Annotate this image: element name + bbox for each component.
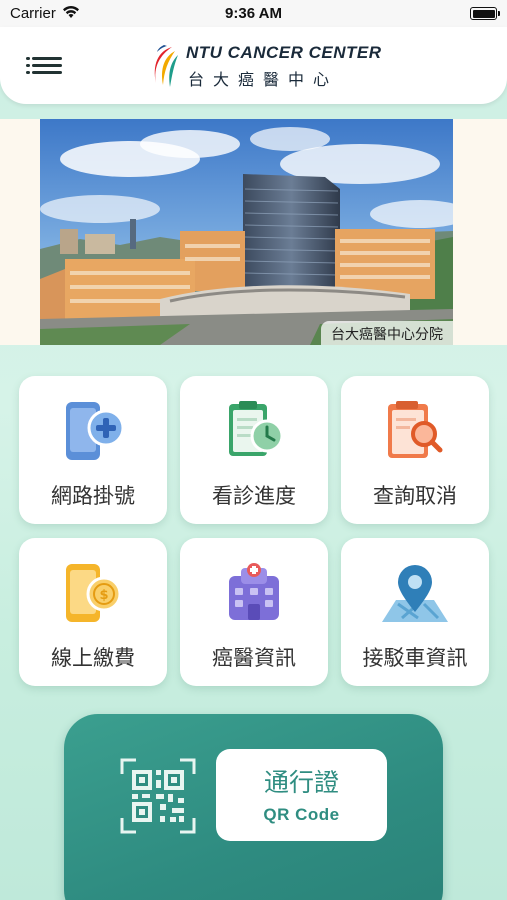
menu-item-hospital-info[interactable]: 癌醫資訊 — [180, 538, 328, 686]
document-search-icon — [388, 401, 443, 458]
menu-item-label: 查詢取消 — [373, 484, 457, 508]
menu-item-consultation-progress[interactable]: 看診進度 — [180, 376, 328, 524]
logo-english-text: NTU CANCER CENTER — [186, 43, 382, 62]
hospital-building-image — [40, 119, 453, 345]
menu-item-label: 接駁車資訊 — [362, 646, 468, 670]
phone-plus-icon — [66, 402, 125, 460]
qr-code-icon — [120, 758, 196, 834]
banner: 台大癌醫中心分院 — [0, 119, 507, 345]
phone-payment-icon: $ — [66, 564, 122, 622]
menu-item-online-registration[interactable]: 網路掛號 — [19, 376, 167, 524]
ntu-cancer-center-logo: NTU CANCER CENTER 台大癌醫中心 — [150, 41, 381, 91]
logo-mark-icon — [154, 45, 178, 87]
svg-text:$: $ — [99, 588, 108, 603]
logo-chinese-text: 台大癌醫中心 — [188, 70, 339, 89]
qr-pass-button[interactable]: 通行證 QR Code — [216, 749, 387, 841]
battery-icon — [470, 7, 500, 20]
banner-caption: 台大癌醫中心分院 — [321, 321, 453, 345]
menu-item-label: 網路掛號 — [51, 484, 135, 508]
menu-item-label: 線上繳費 — [51, 646, 135, 670]
map-pin-icon — [382, 565, 448, 622]
hospital-building-icon — [229, 563, 279, 620]
qr-pass-title: 通行證 — [263, 768, 339, 797]
menu-item-online-payment[interactable]: $ 線上繳費 — [19, 538, 167, 686]
hospital-photo: 台大癌醫中心分院 — [40, 119, 453, 345]
menu-item-label: 癌醫資訊 — [212, 646, 296, 670]
app-header: NTU CANCER CENTER 台大癌醫中心 — [0, 27, 507, 104]
clock: 9:36 AM — [225, 5, 282, 22]
pass-card: 通行證 QR Code — [64, 714, 443, 900]
menu-item-query-cancel[interactable]: 查詢取消 — [341, 376, 489, 524]
menu-item-shuttle-info[interactable]: 接駁車資訊 — [341, 538, 489, 686]
clipboard-clock-icon — [229, 401, 284, 456]
menu-button[interactable] — [26, 53, 66, 79]
status-bar: Carrier 9:36 AM — [0, 0, 507, 27]
menu-item-label: 看診進度 — [212, 484, 296, 508]
qr-pass-subtitle: QR Code — [263, 805, 340, 824]
